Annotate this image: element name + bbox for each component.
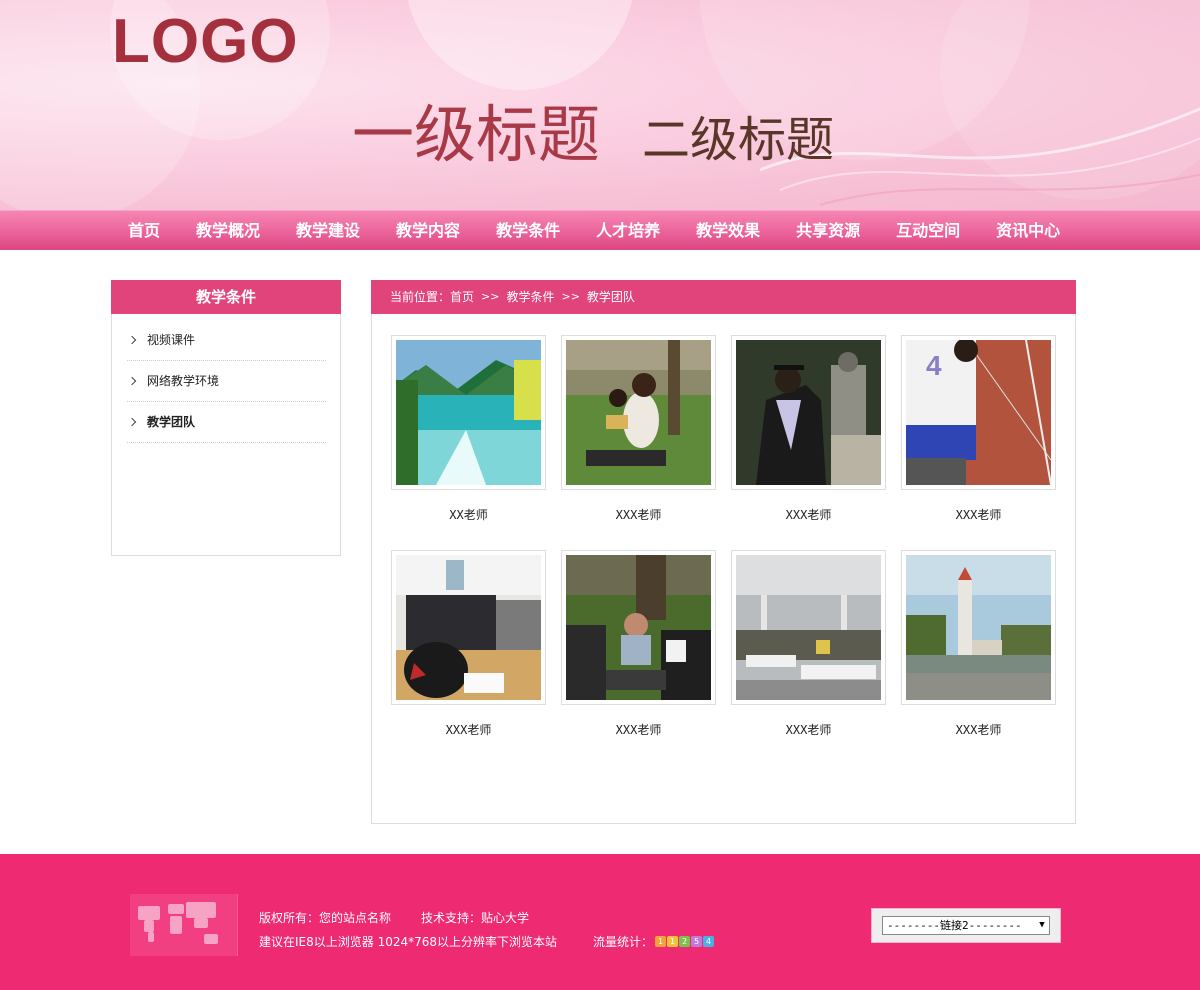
world-map-graphic — [138, 902, 218, 944]
teacher-card[interactable]: XXX老师 — [901, 550, 1056, 738]
teacher-card[interactable]: XXX老师 — [561, 550, 716, 738]
breadcrumb-separator: >> — [481, 290, 500, 303]
sidebar-title: 教学条件 — [111, 280, 341, 314]
teacher-card[interactable]: XXX老师 — [561, 335, 716, 523]
traffic-counter[interactable]: 11254 — [655, 936, 715, 947]
counter-digit: 4 — [703, 936, 715, 947]
secondary-title: 二级标题 — [642, 112, 835, 168]
teacher-caption[interactable]: XXX老师 — [731, 721, 886, 738]
footer-traffic-label: 流量统计： — [593, 935, 654, 949]
breadcrumb-prefix: 当前位置： — [390, 290, 451, 304]
sidebar-item[interactable]: 教学团队 — [127, 402, 326, 443]
teacher-photo[interactable] — [561, 550, 716, 705]
teacher-caption[interactable]: XXX老师 — [901, 506, 1056, 523]
site-logo[interactable]: LOGO — [112, 6, 299, 77]
sidebar-item-label: 教学团队 — [147, 414, 196, 429]
sidebar-item[interactable]: 视频课件 — [127, 320, 326, 361]
breadcrumb-link-section[interactable]: 教学条件 — [506, 280, 554, 314]
counter-digit: 5 — [691, 936, 703, 947]
sidebar-item-label: 视频课件 — [147, 332, 196, 347]
svg-text:4: 4 — [926, 350, 942, 381]
dropdown-arrow-icon: ▼ — [1039, 920, 1045, 930]
main-content: 当前位置： 首页 >> 教学条件 >> 教学团队 XX老师 XXX老师 XXX老… — [371, 280, 1076, 824]
site-footer: 版权所有：您的站点名称 技术支持：贴心大学 建议在IE8以上浏览器 1024*76… — [0, 854, 1200, 990]
teacher-photo[interactable]: 4 — [901, 335, 1056, 490]
nav-item-8[interactable]: 互动空间 — [878, 211, 978, 251]
teacher-caption[interactable]: XXX老师 — [901, 721, 1056, 738]
footer-support: 技术支持：贴心大学 — [421, 911, 530, 925]
footer-copyright: 版权所有：您的站点名称 — [259, 911, 392, 925]
teacher-card[interactable]: 4 XXX老师 — [901, 335, 1056, 523]
teacher-photo[interactable] — [901, 550, 1056, 705]
photo-image — [396, 555, 541, 700]
breadcrumb-current: 教学团队 — [586, 290, 635, 304]
counter-digit: 2 — [679, 936, 691, 947]
nav-item-3[interactable]: 教学内容 — [378, 211, 478, 251]
counter-digit: 1 — [667, 936, 679, 947]
friendly-links-selected: --------链接2-------- — [887, 919, 1022, 932]
friendly-links-select[interactable]: --------链接2-------- ▼ — [882, 916, 1050, 935]
photo-image — [396, 340, 541, 485]
primary-title: 一级标题 — [352, 98, 601, 171]
counter-digit: 1 — [655, 936, 667, 947]
photo-image — [736, 555, 881, 700]
teacher-photo[interactable] — [731, 335, 886, 490]
main-nav: 首页 教学概况 教学建设 教学内容 教学条件 人才培养 教学效果 共享资源 互动空间 资讯中心 — [0, 210, 1200, 250]
sidebar-list: 视频课件网络教学环境 教学团队 — [112, 314, 340, 443]
sidebar-item[interactable]: 网络教学环境 — [127, 361, 326, 402]
world-map-icon — [130, 894, 238, 956]
chevron-right-icon — [127, 335, 137, 345]
photo-image — [906, 555, 1051, 700]
teacher-caption[interactable]: XXX老师 — [561, 506, 716, 523]
breadcrumb-link-home[interactable]: 首页 — [450, 280, 474, 314]
breadcrumb-separator: >> — [561, 290, 580, 303]
photo-image — [736, 340, 881, 485]
sidebar-item-label: 网络教学环境 — [147, 373, 220, 388]
teacher-card[interactable]: XXX老师 — [391, 550, 546, 738]
footer-credits: 版权所有：您的站点名称 技术支持：贴心大学 — [259, 909, 529, 926]
nav-item-1[interactable]: 教学概况 — [178, 211, 278, 251]
teacher-card[interactable]: XXX老师 — [731, 550, 886, 738]
nav-item-2[interactable]: 教学建设 — [278, 211, 378, 251]
sidebar: 教学条件 视频课件网络教学环境 教学团队 — [111, 280, 341, 556]
teacher-card[interactable]: XX老师 — [391, 335, 546, 523]
site-header: LOGO 一级标题 二级标题 — [0, 0, 1200, 210]
nav-list: 首页 教学概况 教学建设 教学内容 教学条件 人才培养 教学效果 共享资源 互动空间 资讯中心 — [110, 211, 1078, 251]
teacher-caption[interactable]: XXX老师 — [731, 506, 886, 523]
teacher-photo[interactable] — [731, 550, 886, 705]
header-decoration — [405, 0, 635, 90]
footer-browser-note: 建议在IE8以上浏览器 1024*768以上分辨率下浏览本站 — [259, 935, 558, 949]
teacher-caption[interactable]: XXX老师 — [561, 721, 716, 738]
teacher-caption[interactable]: XXX老师 — [391, 721, 546, 738]
teacher-photo[interactable] — [391, 550, 546, 705]
photo-image: 4 — [906, 340, 1051, 485]
nav-item-5[interactable]: 人才培养 — [578, 211, 678, 251]
nav-item-9[interactable]: 资讯中心 — [978, 211, 1078, 251]
teacher-photo[interactable] — [561, 335, 716, 490]
chevron-right-icon — [127, 417, 137, 427]
footer-browser-row: 建议在IE8以上浏览器 1024*768以上分辨率下浏览本站 流量统计： 112… — [259, 933, 715, 950]
photo-image — [566, 555, 711, 700]
photo-image — [566, 340, 711, 485]
teacher-photo[interactable] — [391, 335, 546, 490]
breadcrumb: 当前位置： 首页 >> 教学条件 >> 教学团队 — [371, 280, 1076, 314]
teacher-caption[interactable]: XX老师 — [391, 506, 546, 523]
nav-item-0[interactable]: 首页 — [110, 211, 178, 251]
teacher-card[interactable]: XXX老师 — [731, 335, 886, 523]
nav-item-4[interactable]: 教学条件 — [478, 211, 578, 251]
nav-item-7[interactable]: 共享资源 — [778, 211, 878, 251]
link-select-wrapper: --------链接2-------- ▼ — [871, 908, 1061, 943]
nav-item-6[interactable]: 教学效果 — [678, 211, 778, 251]
chevron-right-icon — [127, 376, 137, 386]
